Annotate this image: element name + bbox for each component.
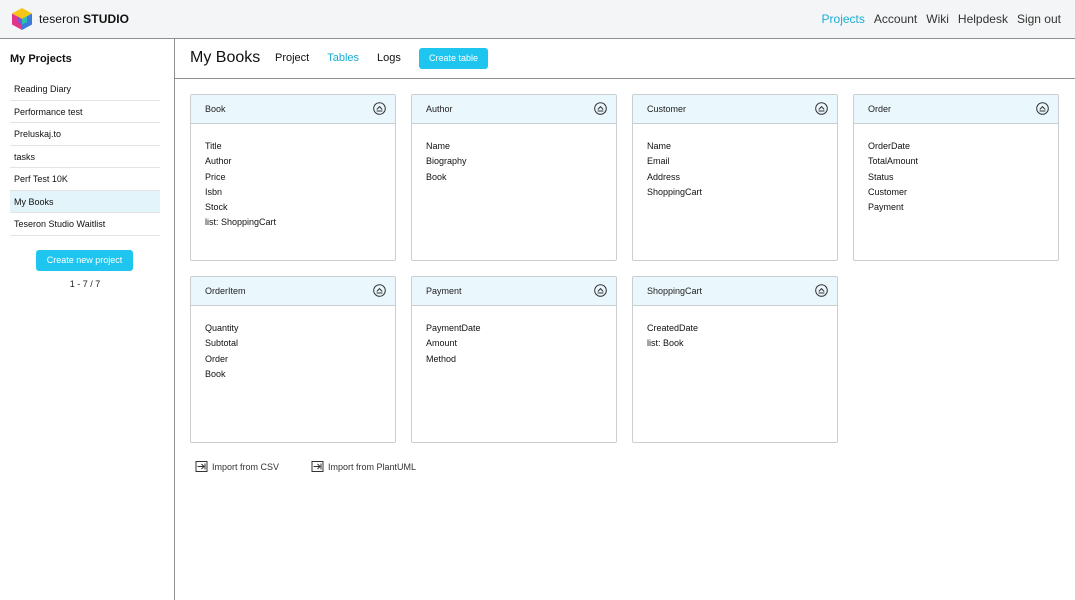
table-card-order[interactable]: Order OrderDate TotalAmount Status Custo… bbox=[853, 94, 1059, 261]
field-item: Title bbox=[205, 141, 222, 151]
field-list: OrderDate TotalAmount Status Customer Pa… bbox=[868, 139, 918, 215]
sidebar-item-teseron-waitlist[interactable]: Teseron Studio Waitlist bbox=[10, 213, 160, 236]
field-item: Address bbox=[647, 171, 681, 182]
field-item: OrderDate bbox=[868, 141, 911, 151]
top-nav: Projects Account Wiki Helpdesk Sign out bbox=[822, 12, 1061, 26]
card-title: Order bbox=[868, 104, 892, 114]
sidebar-item-preluskaj[interactable]: Preluskaj.to bbox=[10, 123, 160, 146]
import-plantuml-label: Import from PlantUML bbox=[328, 461, 417, 472]
sidebar-title: My Projects bbox=[10, 53, 72, 65]
card-title: Payment bbox=[426, 286, 462, 296]
sidebar-item-perf-test-10k[interactable]: Perf Test 10K bbox=[10, 168, 160, 191]
nav-wiki[interactable]: Wiki bbox=[926, 12, 949, 26]
field-item: Method bbox=[426, 353, 457, 364]
field-item: ShoppingCart bbox=[647, 186, 703, 197]
card-header: ShoppingCart bbox=[633, 277, 837, 306]
collapse-icon[interactable] bbox=[594, 102, 607, 115]
field-list: CreatedDate list: Book bbox=[647, 321, 698, 352]
field-item: Email bbox=[647, 156, 670, 167]
import-csv-link[interactable]: Import from CSV bbox=[195, 460, 279, 473]
field-item: Name bbox=[426, 141, 451, 151]
field-item: Customer bbox=[868, 186, 908, 197]
header-divider bbox=[175, 78, 1075, 79]
brand-name: teseron STUDIO bbox=[39, 12, 129, 26]
teseron-logo-icon[interactable] bbox=[10, 7, 34, 31]
pagination-info: 1 - 7 / 7 bbox=[69, 279, 101, 289]
import-icon bbox=[311, 461, 324, 472]
collapse-icon[interactable] bbox=[373, 102, 386, 115]
field-item: TotalAmount bbox=[868, 156, 919, 167]
table-card-shoppingcart[interactable]: ShoppingCart CreatedDate list: Book bbox=[632, 276, 838, 443]
field-item: Author bbox=[205, 156, 232, 167]
table-card-book[interactable]: Book Title Author Price Isbn Stock list:… bbox=[190, 94, 396, 261]
field-item: CreatedDate bbox=[647, 323, 699, 333]
table-card-orderitem[interactable]: OrderItem Quantity Subtotal Order Book bbox=[190, 276, 396, 443]
collapse-icon[interactable] bbox=[1036, 102, 1049, 115]
nav-helpdesk[interactable]: Helpdesk bbox=[958, 12, 1008, 26]
card-header: Payment bbox=[412, 277, 616, 306]
field-item: list: Book bbox=[647, 338, 684, 349]
page-title: My Books bbox=[190, 49, 261, 66]
nav-account[interactable]: Account bbox=[874, 12, 917, 26]
field-item: Biography bbox=[426, 156, 467, 167]
nav-projects[interactable]: Projects bbox=[822, 12, 865, 26]
tab-tables[interactable]: Tables bbox=[327, 52, 359, 64]
card-title: Customer bbox=[647, 104, 687, 114]
sidebar-item-tasks[interactable]: tasks bbox=[10, 146, 160, 168]
card-title: ShoppingCart bbox=[647, 286, 703, 296]
collapse-icon[interactable] bbox=[594, 284, 607, 297]
project-list: Reading Diary Performance test Preluskaj… bbox=[10, 78, 160, 236]
field-item: Quantity bbox=[205, 323, 239, 333]
card-title: OrderItem bbox=[205, 286, 246, 296]
tab-logs[interactable]: Logs bbox=[377, 52, 401, 64]
field-list: Title Author Price Isbn Stock list: Shop… bbox=[205, 139, 276, 231]
field-item: Order bbox=[205, 353, 229, 364]
field-item: Status bbox=[868, 171, 894, 182]
card-header: OrderItem bbox=[191, 277, 395, 306]
sidebar: My Projects Reading Diary Performance te… bbox=[0, 39, 175, 600]
field-item: Name bbox=[647, 141, 672, 151]
field-item: Price bbox=[205, 171, 226, 182]
field-item: Book bbox=[205, 368, 226, 379]
field-item: Payment bbox=[868, 202, 904, 213]
sidebar-item-reading-diary[interactable]: Reading Diary bbox=[10, 78, 160, 101]
card-header: Customer bbox=[633, 95, 837, 124]
field-item: Stock bbox=[205, 202, 228, 213]
field-item: Isbn bbox=[205, 186, 223, 197]
field-item: Amount bbox=[426, 338, 458, 349]
sidebar-item-my-books[interactable]: My Books bbox=[10, 190, 160, 213]
tab-bar: Project Tables Logs bbox=[275, 52, 401, 64]
card-title: Book bbox=[205, 104, 226, 114]
collapse-icon[interactable] bbox=[815, 284, 828, 297]
field-list: Name Biography Book bbox=[426, 139, 467, 185]
card-header: Order bbox=[854, 95, 1058, 124]
brand-bold: STUDIO bbox=[83, 12, 130, 26]
table-card-author[interactable]: Author Name Biography Book bbox=[411, 94, 617, 261]
create-new-project-button[interactable]: Create new project bbox=[36, 250, 133, 271]
import-icon bbox=[195, 461, 208, 472]
import-plantuml-link[interactable]: Import from PlantUML bbox=[311, 460, 416, 473]
table-card-customer[interactable]: Customer Name Email Address ShoppingCart bbox=[632, 94, 838, 261]
field-item: Subtotal bbox=[205, 338, 239, 349]
card-header: Book bbox=[191, 95, 395, 124]
tab-project[interactable]: Project bbox=[275, 52, 309, 64]
field-list: Quantity Subtotal Order Book bbox=[205, 321, 239, 382]
brand-light: teseron bbox=[39, 12, 80, 26]
top-bar: teseron STUDIO Projects Account Wiki Hel… bbox=[0, 0, 1075, 39]
sidebar-item-performance-test[interactable]: Performance test bbox=[10, 101, 160, 123]
field-item: Book bbox=[426, 171, 447, 182]
field-list: PaymentDate Amount Method bbox=[426, 321, 481, 367]
field-list: Name Email Address ShoppingCart bbox=[647, 139, 702, 200]
field-item: PaymentDate bbox=[426, 323, 481, 333]
collapse-icon[interactable] bbox=[815, 102, 828, 115]
field-item: list: ShoppingCart bbox=[205, 217, 277, 228]
collapse-icon[interactable] bbox=[373, 284, 386, 297]
table-card-payment[interactable]: Payment PaymentDate Amount Method bbox=[411, 276, 617, 443]
card-title: Author bbox=[426, 104, 453, 114]
card-header: Author bbox=[412, 95, 616, 124]
create-table-button[interactable]: Create table bbox=[419, 48, 488, 69]
import-csv-label: Import from CSV bbox=[212, 461, 280, 472]
nav-sign-out[interactable]: Sign out bbox=[1017, 12, 1061, 26]
